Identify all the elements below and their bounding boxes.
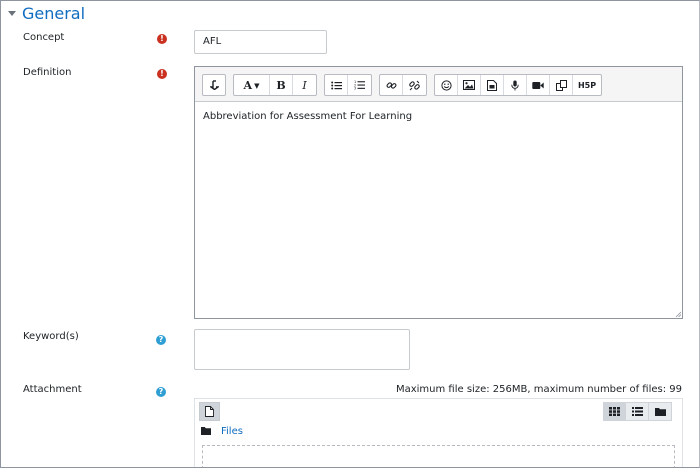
form-frame: General Concept ! AFL Definition ! A ▼ B … (0, 0, 700, 468)
keywords-textarea[interactable] (194, 329, 410, 370)
files-path-link[interactable]: Files (221, 426, 243, 437)
unlink-icon[interactable] (403, 75, 426, 95)
paragraph-styles-icon[interactable]: A ▼ (234, 75, 270, 95)
concept-label: Concept (23, 32, 65, 43)
toolbar-group-lists: 123 (324, 74, 372, 96)
link-icon[interactable] (380, 75, 403, 95)
definition-content[interactable]: Abbreviation for Assessment For Learning (203, 111, 674, 122)
emoji-icon[interactable] (435, 75, 458, 95)
resize-grip-icon[interactable] (675, 311, 681, 317)
grid-icon (609, 407, 620, 416)
keywords-label: Keyword(s) (23, 331, 79, 342)
file-icon (205, 406, 214, 417)
svg-text:3: 3 (354, 87, 356, 90)
view-toggle-group (603, 402, 672, 421)
view-tree-button[interactable] (649, 402, 672, 421)
collapse-caret-icon[interactable] (8, 11, 16, 16)
media-icon[interactable] (481, 75, 504, 95)
show-more-buttons-icon[interactable] (203, 75, 225, 95)
file-manager-toolbar (195, 399, 682, 423)
microphone-icon[interactable] (504, 75, 527, 95)
manage-files-icon[interactable] (550, 75, 573, 95)
toolbar-group-toggle (202, 74, 226, 96)
toolbar-group-links (379, 74, 427, 96)
toolbar-group-style: A ▼ B I (233, 74, 317, 96)
help-icon[interactable]: ? (156, 387, 166, 397)
italic-icon[interactable]: I (293, 75, 316, 95)
definition-label: Definition (23, 67, 72, 78)
ordered-list-icon[interactable]: 123 (348, 75, 371, 95)
folder-icon (201, 427, 211, 435)
file-path-breadcrumb: Files (201, 424, 243, 438)
view-list-button[interactable] (626, 402, 649, 421)
section-header-general[interactable]: General (8, 2, 85, 24)
max-file-info: Maximum file size: 256MB, maximum number… (395, 384, 682, 395)
required-icon: ! (157, 34, 167, 44)
editor-toolbar: A ▼ B I 123 H5P (195, 67, 682, 102)
bold-icon[interactable]: B (270, 75, 293, 95)
section-title: General (22, 3, 86, 23)
toolbar-group-media: H5P (434, 74, 602, 96)
help-icon[interactable]: ? (156, 335, 166, 345)
add-file-button[interactable] (199, 402, 220, 421)
unordered-list-icon[interactable] (325, 75, 348, 95)
required-icon: ! (157, 69, 167, 79)
file-drop-area[interactable] (202, 445, 675, 467)
file-manager: Files (194, 398, 683, 467)
view-icons-button[interactable] (603, 402, 626, 421)
attachment-label: Attachment (23, 384, 82, 395)
list-icon (631, 407, 643, 416)
h5p-icon[interactable]: H5P (573, 75, 601, 95)
definition-editor[interactable]: A ▼ B I 123 H5P Abbreviation for Assessm… (194, 66, 683, 319)
concept-input[interactable]: AFL (194, 30, 327, 54)
folder-icon (654, 408, 666, 416)
video-camera-icon[interactable] (527, 75, 550, 95)
image-icon[interactable] (458, 75, 481, 95)
